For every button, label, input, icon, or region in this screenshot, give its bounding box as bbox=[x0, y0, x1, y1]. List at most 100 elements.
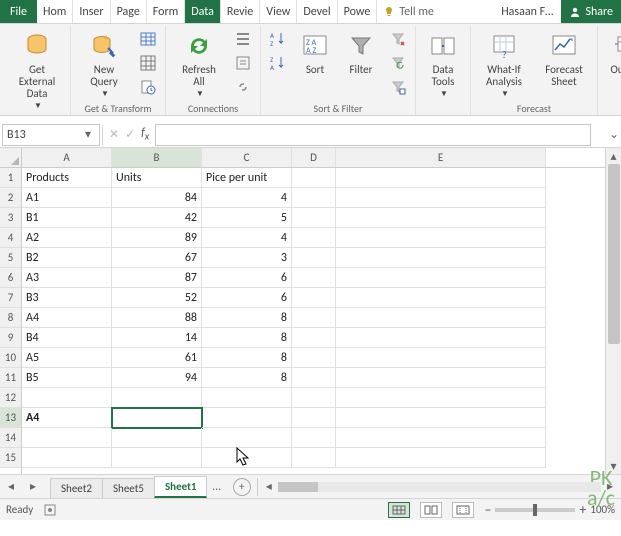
cell-C8[interactable]: 8 bbox=[202, 308, 292, 328]
cell-E1[interactable] bbox=[336, 168, 546, 188]
cell-A7[interactable]: B3 bbox=[22, 288, 112, 308]
row-header-1[interactable]: 1 bbox=[0, 168, 21, 188]
outline-button[interactable]: Outline▼ bbox=[604, 28, 621, 87]
cell-E10[interactable] bbox=[336, 348, 546, 368]
edit-links-button[interactable] bbox=[232, 76, 254, 98]
cell-A11[interactable]: B5 bbox=[22, 368, 112, 388]
cell-B3[interactable]: 42 bbox=[112, 208, 202, 228]
cell-B12[interactable] bbox=[112, 388, 202, 408]
reapply-button[interactable] bbox=[387, 52, 409, 74]
refresh-all-button[interactable]: Refresh All▼ bbox=[172, 28, 226, 99]
expand-formula-bar[interactable]: ⌄ bbox=[607, 127, 621, 142]
cell-A13[interactable]: A4 bbox=[22, 408, 112, 428]
cell-D6[interactable] bbox=[292, 268, 336, 288]
macro-record-icon[interactable] bbox=[43, 503, 57, 517]
sheet-tab-sheet2[interactable]: Sheet2 bbox=[50, 478, 103, 498]
page-layout-view-button[interactable] bbox=[420, 502, 442, 518]
scroll-right-button[interactable]: ▸ bbox=[603, 480, 617, 494]
cell-C13[interactable] bbox=[202, 408, 292, 428]
vertical-scrollbar[interactable]: ▴ ▾ bbox=[605, 148, 621, 474]
scroll-down-button[interactable]: ▾ bbox=[606, 458, 621, 474]
cell-E4[interactable] bbox=[336, 228, 546, 248]
cell-C1[interactable]: Pice per unit bbox=[202, 168, 292, 188]
column-header-B[interactable]: B bbox=[112, 148, 202, 167]
get-external-data-button[interactable]: Get External Data▼ bbox=[10, 28, 64, 111]
cell-E8[interactable] bbox=[336, 308, 546, 328]
cell-E11[interactable] bbox=[336, 368, 546, 388]
row-header-12[interactable]: 12 bbox=[0, 388, 21, 408]
cell-A5[interactable]: B2 bbox=[22, 248, 112, 268]
name-box[interactable]: B13 ▾ bbox=[2, 124, 100, 146]
cell-A10[interactable]: A5 bbox=[22, 348, 112, 368]
cell-C10[interactable]: 8 bbox=[202, 348, 292, 368]
cell-A2[interactable]: A1 bbox=[22, 188, 112, 208]
cell-C12[interactable] bbox=[202, 388, 292, 408]
cell-B10[interactable]: 61 bbox=[112, 348, 202, 368]
cell-B13[interactable] bbox=[112, 408, 202, 428]
cell-D12[interactable] bbox=[292, 388, 336, 408]
page-break-view-button[interactable] bbox=[452, 502, 474, 518]
cell-D8[interactable] bbox=[292, 308, 336, 328]
row-header-9[interactable]: 9 bbox=[0, 328, 21, 348]
sheet-tab-sheet1[interactable]: Sheet1 bbox=[154, 476, 208, 498]
cell-D15[interactable] bbox=[292, 448, 336, 468]
properties-button[interactable] bbox=[232, 52, 254, 74]
row-header-13[interactable]: 13 bbox=[0, 408, 21, 428]
cell-B4[interactable]: 89 bbox=[112, 228, 202, 248]
cell-D2[interactable] bbox=[292, 188, 336, 208]
sheet-tabs-more[interactable]: … bbox=[206, 480, 226, 494]
sheet-nav-next[interactable]: ▸ bbox=[24, 478, 42, 496]
sort-button[interactable]: Z AA Z Sort bbox=[295, 28, 335, 76]
column-header-E[interactable]: E bbox=[336, 148, 546, 167]
row-header-15[interactable]: 15 bbox=[0, 448, 21, 468]
row-header-5[interactable]: 5 bbox=[0, 248, 21, 268]
row-header-14[interactable]: 14 bbox=[0, 428, 21, 448]
share-button[interactable]: Share bbox=[561, 0, 621, 23]
cell-A14[interactable] bbox=[22, 428, 112, 448]
cell-A6[interactable]: A3 bbox=[22, 268, 112, 288]
cell-B9[interactable]: 14 bbox=[112, 328, 202, 348]
cell-D9[interactable] bbox=[292, 328, 336, 348]
scrollbar-thumb[interactable] bbox=[608, 164, 620, 344]
cell-D5[interactable] bbox=[292, 248, 336, 268]
cell-E2[interactable] bbox=[336, 188, 546, 208]
cell-C6[interactable]: 6 bbox=[202, 268, 292, 288]
cell-D7[interactable] bbox=[292, 288, 336, 308]
h-scrollbar-thumb[interactable] bbox=[278, 482, 318, 492]
cell-C15[interactable] bbox=[202, 448, 292, 468]
cell-B11[interactable]: 94 bbox=[112, 368, 202, 388]
sheet-tab-sheet5[interactable]: Sheet5 bbox=[102, 478, 155, 498]
cell-D1[interactable] bbox=[292, 168, 336, 188]
row-header-10[interactable]: 10 bbox=[0, 348, 21, 368]
scroll-left-button[interactable]: ◂ bbox=[262, 480, 276, 494]
advanced-filter-button[interactable] bbox=[387, 76, 409, 98]
zoom-slider[interactable] bbox=[495, 508, 575, 512]
from-table-button[interactable] bbox=[137, 52, 159, 74]
cell-B15[interactable] bbox=[112, 448, 202, 468]
cell-C11[interactable]: 8 bbox=[202, 368, 292, 388]
new-query-button[interactable]: New Query▼ bbox=[77, 28, 131, 99]
ribbon-tab-view[interactable]: View bbox=[260, 0, 297, 23]
cell-C7[interactable]: 6 bbox=[202, 288, 292, 308]
row-header-11[interactable]: 11 bbox=[0, 368, 21, 388]
cell-E6[interactable] bbox=[336, 268, 546, 288]
cell-A4[interactable]: A2 bbox=[22, 228, 112, 248]
cell-D10[interactable] bbox=[292, 348, 336, 368]
row-header-2[interactable]: 2 bbox=[0, 188, 21, 208]
cell-D13[interactable] bbox=[292, 408, 336, 428]
cell-E12[interactable] bbox=[336, 388, 546, 408]
cell-B2[interactable]: 84 bbox=[112, 188, 202, 208]
row-header-3[interactable]: 3 bbox=[0, 208, 21, 228]
cell-D4[interactable] bbox=[292, 228, 336, 248]
new-sheet-button[interactable]: + bbox=[233, 478, 251, 496]
cell-C14[interactable] bbox=[202, 428, 292, 448]
recent-sources-button[interactable] bbox=[137, 76, 159, 98]
ribbon-tab-data[interactable]: Data bbox=[185, 0, 221, 23]
cell-B8[interactable]: 88 bbox=[112, 308, 202, 328]
connections-list-button[interactable] bbox=[232, 28, 254, 50]
cell-B5[interactable]: 67 bbox=[112, 248, 202, 268]
cell-A9[interactable]: B4 bbox=[22, 328, 112, 348]
horizontal-scrollbar[interactable]: ◂ ▸ bbox=[258, 480, 621, 494]
row-header-7[interactable]: 7 bbox=[0, 288, 21, 308]
cell-E14[interactable] bbox=[336, 428, 546, 448]
